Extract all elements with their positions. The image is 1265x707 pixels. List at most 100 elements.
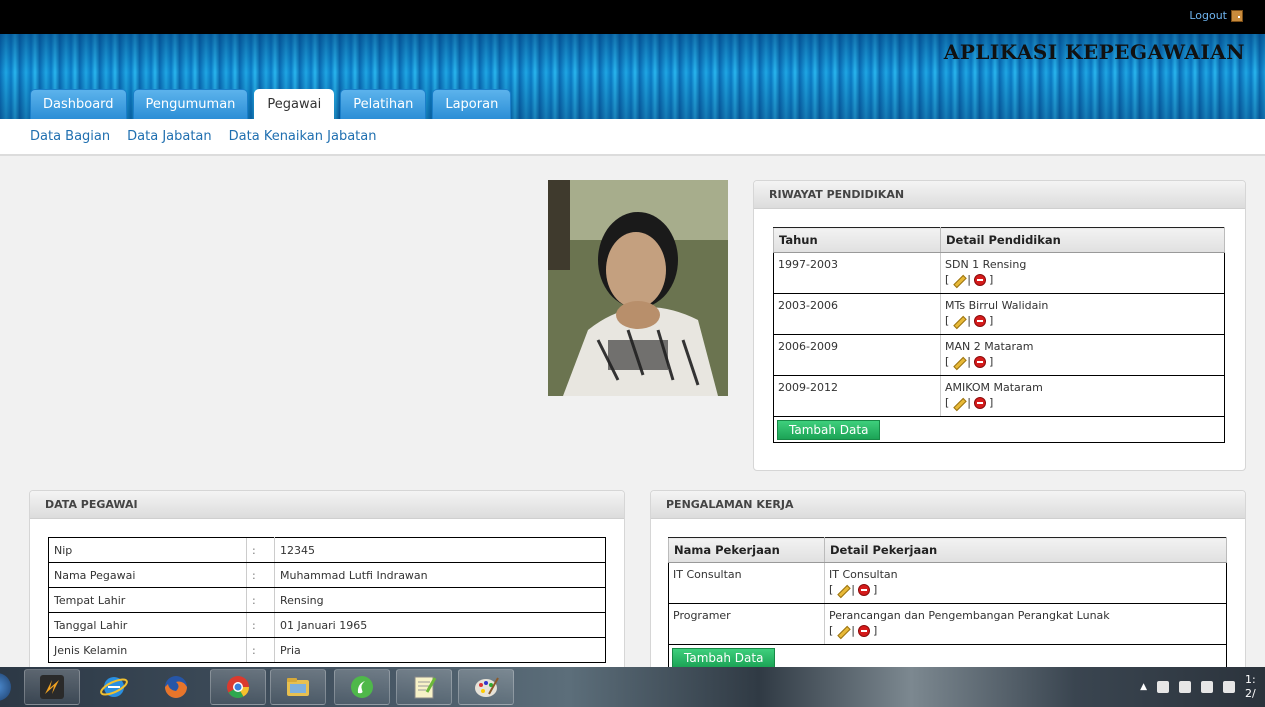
riwayat-pendidikan-panel: RIWAYAT PENDIDIKAN Tahun Detail Pendidik… (753, 180, 1246, 471)
bracket: [ (945, 355, 950, 368)
info-row: Tanggal Lahir : 01 Januari 1965 (48, 612, 606, 638)
edit-icon[interactable] (952, 274, 964, 286)
main-tabs: Dashboard Pengumuman Pegawai Pelatihan L… (30, 89, 512, 119)
year-cell: 2003-2006 (773, 293, 941, 335)
pengalaman-table: Nama Pekerjaan Detail Pekerjaan IT Consu… (668, 537, 1227, 671)
edit-icon[interactable] (952, 397, 964, 409)
chrome-icon[interactable] (210, 669, 266, 705)
door-icon (1231, 9, 1243, 22)
panel-title: RIWAYAT PENDIDIKAN (754, 181, 1245, 209)
edit-icon[interactable] (836, 584, 848, 596)
bracket: ] (989, 314, 994, 327)
delete-icon[interactable] (974, 314, 987, 327)
winamp-icon[interactable] (24, 669, 80, 705)
detail-text: Perancangan dan Pengembangan Perangkat L… (829, 609, 1110, 622)
paint-icon[interactable] (458, 669, 514, 705)
table-row: IT Consultan IT Consultan [|] (668, 562, 1227, 604)
top-bar: Logout (0, 0, 1265, 34)
start-orb-icon[interactable] (0, 669, 12, 705)
year-cell: 2009-2012 (773, 375, 941, 417)
subnav-data-jabatan[interactable]: Data Jabatan (127, 129, 212, 144)
separator: | (967, 273, 972, 286)
bracket: [ (945, 273, 950, 286)
subnav-data-bagian[interactable]: Data Bagian (30, 129, 110, 144)
info-label: Tempat Lahir (48, 587, 247, 613)
info-value: Muhammad Lutfi Indrawan (274, 562, 606, 588)
delete-icon[interactable] (974, 355, 987, 368)
row-actions: [ |] (945, 273, 1220, 286)
file-explorer-icon[interactable] (270, 669, 326, 705)
info-row: Nama Pegawai : Muhammad Lutfi Indrawan (48, 562, 606, 588)
info-row: Nip : 12345 (48, 537, 606, 563)
info-label: Nip (48, 537, 247, 563)
detail-text: IT Consultan (829, 568, 898, 581)
bracket: ] (873, 583, 878, 596)
internet-explorer-icon[interactable] (86, 669, 142, 705)
table-footer-row: Tambah Data (773, 416, 1225, 443)
info-separator: : (246, 637, 275, 663)
clock[interactable]: 1: 2/ (1245, 673, 1259, 701)
bracket: ] (989, 396, 994, 409)
tab-laporan[interactable]: Laporan (432, 89, 512, 119)
power-icon[interactable] (1157, 681, 1169, 693)
column-header: Nama Pekerjaan (668, 537, 825, 563)
clock-date: 2/ (1245, 687, 1256, 700)
taskbar: ▲ 1: 2/ (0, 667, 1265, 707)
pegawai-info-table: Nip : 12345 Nama Pegawai : Muhammad Lutf… (48, 537, 606, 663)
delete-icon[interactable] (974, 396, 987, 409)
detail-cell: MAN 2 Mataram [ |] (940, 334, 1225, 376)
bracket: ] (989, 273, 994, 286)
pengalaman-kerja-panel: PENGALAMAN KERJA Nama Pekerjaan Detail P… (650, 490, 1246, 680)
info-row: Tempat Lahir : Rensing (48, 587, 606, 613)
action-center-icon[interactable] (1223, 681, 1235, 693)
column-header: Tahun (773, 227, 941, 253)
tab-dashboard[interactable]: Dashboard (30, 89, 127, 119)
panel-title: DATA PEGAWAI (30, 491, 624, 519)
delete-icon[interactable] (858, 624, 871, 637)
sub-navigation: Data Bagian Data Jabatan Data Kenaikan J… (0, 119, 1265, 156)
delete-icon[interactable] (974, 273, 987, 286)
separator: | (967, 355, 972, 368)
logout-link[interactable]: Logout (1189, 9, 1243, 22)
info-value: 12345 (274, 537, 606, 563)
riwayat-table: Tahun Detail Pendidikan 1997-2003 SDN 1 … (773, 227, 1225, 443)
row-actions: [|] (829, 583, 1222, 596)
row-actions: [ |] (945, 355, 1220, 368)
detail-cell: AMIKOM Mataram [|] (940, 375, 1225, 417)
bracket: ] (989, 355, 994, 368)
subnav-data-kenaikan-jabatan[interactable]: Data Kenaikan Jabatan (229, 129, 377, 144)
info-separator: : (246, 537, 275, 563)
delete-icon[interactable] (858, 583, 871, 596)
bracket: [ (829, 624, 834, 637)
year-cell: 1997-2003 (773, 252, 941, 294)
separator: | (851, 583, 856, 596)
table-row: 1997-2003 SDN 1 Rensing [|] (773, 252, 1225, 294)
detail-text: MAN 2 Mataram (945, 340, 1034, 353)
header-banner: APLIKASI KEPEGAWAIAN Dashboard Pengumuma… (0, 34, 1265, 119)
edit-icon[interactable] (952, 356, 964, 368)
info-label: Nama Pegawai (48, 562, 247, 588)
bracket: ] (873, 624, 878, 637)
tambah-data-button[interactable]: Tambah Data (777, 420, 881, 440)
show-hidden-icons-icon[interactable]: ▲ (1140, 682, 1147, 692)
footer-cell: Tambah Data (773, 416, 1225, 443)
row-actions: [|] (945, 314, 1220, 327)
job-cell: IT Consultan (668, 562, 825, 604)
firefox-icon[interactable] (148, 669, 204, 705)
tambah-data-button[interactable]: Tambah Data (672, 648, 776, 668)
edit-icon[interactable] (836, 625, 848, 637)
detail-cell: IT Consultan [|] (824, 562, 1227, 604)
info-label: Jenis Kelamin (48, 637, 247, 663)
tab-pegawai[interactable]: Pegawai (254, 89, 335, 119)
job-cell: Programer (668, 603, 825, 645)
app-title: APLIKASI KEPEGAWAIAN (943, 40, 1245, 64)
tab-pengumuman[interactable]: Pengumuman (132, 89, 249, 119)
network-icon[interactable] (1179, 681, 1191, 693)
notepad-plus-plus-icon[interactable] (396, 669, 452, 705)
tab-pelatihan[interactable]: Pelatihan (340, 89, 427, 119)
logout-label: Logout (1189, 9, 1227, 22)
table-row: 2009-2012 AMIKOM Mataram [|] (773, 375, 1225, 417)
dreamweaver-icon[interactable] (334, 669, 390, 705)
edit-icon[interactable] (952, 315, 964, 327)
volume-icon[interactable] (1201, 681, 1213, 693)
